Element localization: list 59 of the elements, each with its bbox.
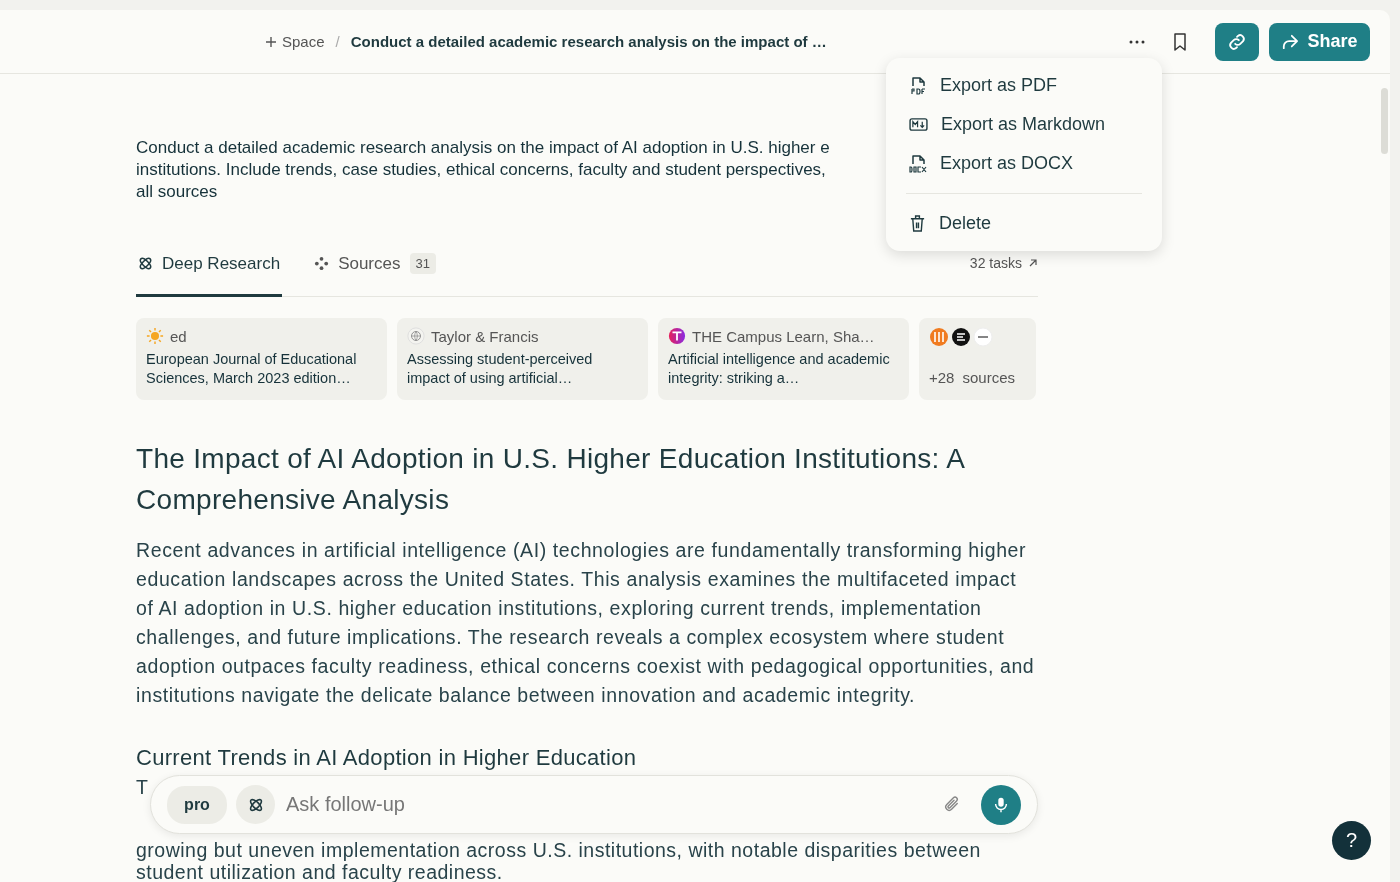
sun-icon <box>146 327 164 345</box>
count-badge: 31 <box>409 253 436 274</box>
query-text: all sources <box>136 181 218 203</box>
tasks-link[interactable]: 32 tasks <box>969 243 1038 271</box>
tab[interactable]: Sources 31 <box>312 243 438 297</box>
menu-item[interactable]: Export as Markdown <box>906 105 1142 144</box>
intro-paragraph: Recent advances in artificial intelligence (AI) technologies are fundamentally transforming higher education landscapes across the United States. This analysis examines the multifaceted impact of AI adoption in U.S. higher education institutions, exploring current trends, implementation challenges, and future implications. The research reveals a complex ecosystem where student adoption outpaces faculty readiness, ethical concerns coexist with pedagogical opportunities, and institutions navigate the delicate balance between innovation and academic integrity. <box>136 538 1036 708</box>
space-link[interactable]: Space <box>265 33 325 50</box>
follow-up-field[interactable]: pro Ask follow-up <box>150 775 1038 834</box>
source-title: European Journal of Educational Sciences, March 2023 edition… <box>146 350 358 388</box>
share-button[interactable]: Share <box>1269 22 1370 61</box>
file-icon <box>909 75 927 96</box>
more-icon[interactable] <box>1129 39 1145 44</box>
paragraph-line: growing but uneven implementation across U.S. institutions, with notable disparities between <box>136 839 981 861</box>
section-heading: Current Trends in AI Adoption in Higher Education <box>136 744 638 772</box>
atom-icon <box>138 256 153 271</box>
trash-icon <box>909 214 926 233</box>
logo-icon <box>973 327 993 347</box>
tab[interactable]: Deep Research <box>136 243 283 297</box>
dots-icon <box>314 256 330 271</box>
pro-toggle[interactable]: pro <box>167 785 227 824</box>
logo-icon <box>668 327 686 345</box>
menu-item[interactable]: Export as PDF <box>906 66 1142 105</box>
markdown-icon <box>909 117 928 132</box>
microphone-button[interactable] <box>981 784 1021 825</box>
logo-icon <box>951 327 971 347</box>
source-title: Artificial intelligence and academic integrity: striking a… <box>668 350 891 388</box>
menu-item[interactable]: Export as DOCX <box>906 144 1142 183</box>
site-name: ed <box>170 327 187 345</box>
paragraph-line: T <box>136 775 149 800</box>
research-mode-button[interactable] <box>236 785 275 824</box>
atom-icon <box>247 796 264 813</box>
file-icon <box>909 153 927 174</box>
scrollbar-thumb[interactable] <box>1380 88 1388 154</box>
query-text: Conduct a detailed academic research analysis on the impact of AI adoption in U.S. higher e <box>136 137 830 159</box>
bookmark-icon[interactable] <box>1173 32 1187 51</box>
source-count: +28 <box>929 369 955 386</box>
thread-title: Conduct a detailed academic research analysis on the impact of … <box>350 33 827 50</box>
more-sources-card[interactable]: +28 sources <box>919 318 1036 400</box>
follow-up-input[interactable]: Ask follow-up <box>284 792 934 817</box>
share-icon <box>1281 33 1300 50</box>
globe-icon <box>407 327 425 345</box>
source-card[interactable]: THE Campus Learn, Sha… Artificial intelligence and academic integrity: striking a… <box>658 318 909 400</box>
source-card[interactable]: ed European Journal of Educational Sciences, March 2023 edition… <box>136 318 387 400</box>
site-name: THE Campus Learn, Sha… <box>692 327 875 345</box>
logo-icon <box>929 327 949 347</box>
menu-item[interactable]: Delete <box>906 204 1142 243</box>
query-text: institutions. Include trends, case studies, ethical concerns, faculty and student perspectives, <box>136 159 826 181</box>
source-title: Assessing student-perceived impact of using artificial… <box>407 350 594 388</box>
source-card[interactable]: Taylor & Francis Assessing student-perceived impact of using artificial… <box>397 318 648 400</box>
breadcrumb-separator: / <box>335 33 340 50</box>
plus-icon <box>265 35 277 48</box>
arrow-icon <box>1028 258 1038 268</box>
sources-label: sources <box>962 369 1015 386</box>
article-title: The Impact of AI Adoption in U.S. Higher Education Institutions: A Comprehensive Analysis <box>136 442 966 517</box>
copy-link-button[interactable] <box>1215 22 1259 61</box>
microphone-icon <box>992 795 1010 814</box>
site-name: Taylor & Francis <box>431 327 539 345</box>
help-button[interactable]: ? <box>1332 821 1371 860</box>
